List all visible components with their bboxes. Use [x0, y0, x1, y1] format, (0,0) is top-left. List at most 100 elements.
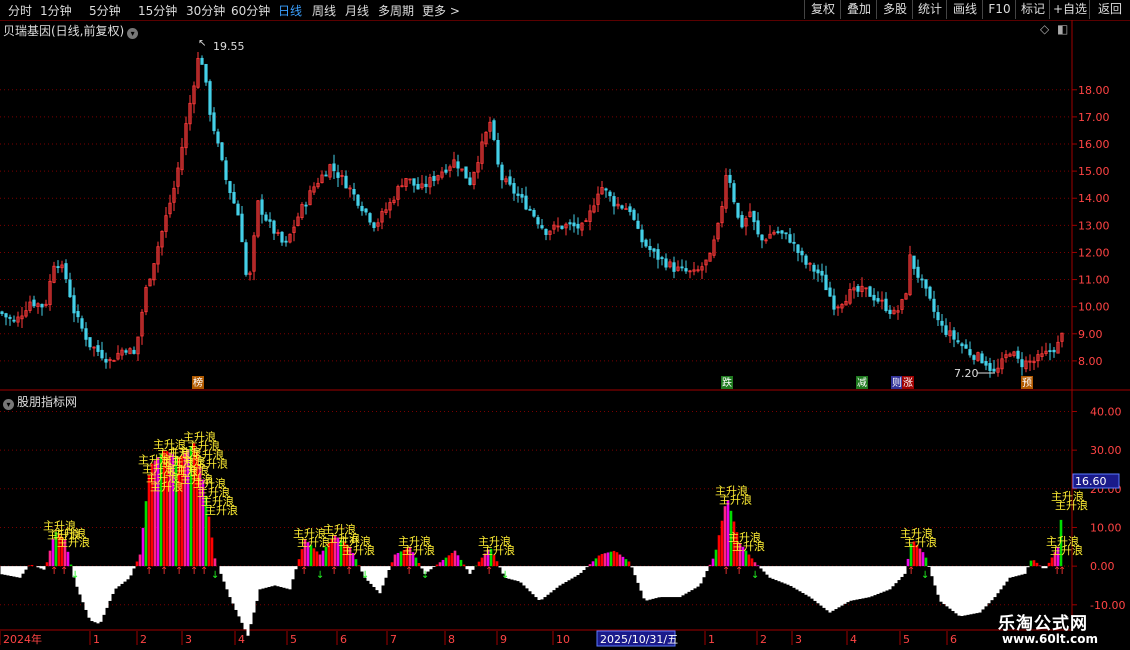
indicator-bar-positive: [135, 561, 139, 567]
candle-body: [220, 142, 224, 161]
indicator-bar-positive: [324, 546, 328, 567]
indicator-bar-negative: [273, 566, 277, 586]
candle-body: [4, 313, 8, 318]
price-tick-label: 16.00: [1078, 138, 1110, 151]
indicator-bar-negative: [90, 566, 94, 622]
indicator-bar-positive: [1029, 560, 1033, 567]
buy-arrow-icon: ↑: [907, 566, 915, 577]
candle-body: [656, 249, 660, 260]
indicator-bar-negative: [387, 566, 391, 570]
indicator-bar-negative: [822, 566, 826, 608]
candle-body: [1052, 349, 1056, 353]
indicator-bar-positive: [357, 565, 361, 567]
candle-body: [1016, 350, 1020, 359]
candle-body: [672, 262, 676, 272]
buy-arrow-icon: ↑: [722, 566, 730, 577]
sell-arrow-icon: ↓: [71, 570, 79, 581]
indicator-bar-negative: [795, 566, 799, 590]
indicator-bar-negative: [792, 566, 796, 588]
time-tick-label: 4: [238, 633, 245, 646]
indicator-bar-negative: [36, 566, 40, 568]
candle-body: [620, 205, 624, 209]
indicator-bar-negative: [15, 566, 19, 578]
candle-body: [32, 299, 36, 307]
buy-arrow-icon: ↑: [160, 566, 168, 577]
indicator-bar-positive: [714, 549, 718, 567]
candle-body: [456, 161, 460, 169]
indicator-bar-negative: [96, 566, 100, 624]
indicator-bar-negative: [465, 566, 469, 570]
buy-arrow-icon: ↑: [190, 566, 198, 577]
indicator-bar-negative: [240, 566, 244, 623]
candle-body: [664, 258, 668, 268]
candle-body: [872, 294, 876, 301]
indicator-bar-negative: [564, 566, 568, 582]
event-badge-label: 则: [892, 376, 902, 389]
indicator-bar-negative: [762, 566, 766, 572]
indicator-bar-negative: [249, 566, 253, 625]
candle-body: [264, 214, 268, 221]
indicator-tick-label: 40.00: [1090, 405, 1122, 418]
indicator-bar-negative: [954, 566, 958, 614]
buy-arrow-icon: ↑: [735, 566, 743, 577]
indicator-bar-negative: [225, 566, 229, 590]
buy-arrow-icon: ↑: [345, 566, 353, 577]
signal-label: 主升浪: [195, 456, 228, 470]
candle-body: [736, 202, 740, 218]
indicator-bar-negative: [120, 566, 124, 584]
indicator-bar-negative: [537, 566, 541, 600]
indicator-bar-positive: [708, 564, 712, 567]
indicator-bar-negative: [645, 566, 649, 601]
candle-body: [508, 176, 512, 185]
indicator-tick-label: -10.00: [1090, 599, 1125, 612]
candle-body: [232, 191, 236, 204]
sell-arrow-icon: ↓: [361, 570, 369, 581]
indicator-bar-negative: [663, 566, 667, 598]
price-tick-label: 14.00: [1078, 192, 1110, 205]
time-tick-label: 6: [340, 633, 347, 646]
indicator-bar-positive: [600, 554, 604, 567]
indicator-bar-negative: [375, 566, 379, 591]
candle-body: [804, 255, 808, 265]
candle-body: [344, 175, 348, 189]
indicator-bar-negative: [960, 566, 964, 617]
candle-body: [204, 63, 208, 83]
candle-body: [752, 210, 756, 223]
indicator-bar-positive: [396, 552, 400, 567]
candle-body: [964, 344, 968, 349]
candle-body: [628, 206, 632, 213]
indicator-bar-negative: [261, 566, 265, 589]
indicator-bar-positive: [441, 559, 445, 567]
indicator-bar-positive: [603, 553, 607, 567]
time-tick-label: 4: [850, 633, 857, 646]
time-axis: 2024年 1 2 3 4 5 6 7 8 9 10 1 2 3 4 5 6 2025/10/31/五: [0, 630, 957, 647]
indicator-bar-positive: [459, 559, 463, 567]
indicator-bar-negative: [93, 566, 97, 623]
indicator-bar-positive: [321, 550, 325, 567]
indicator-bar-negative: [528, 566, 532, 592]
indicator-bar-negative: [807, 566, 811, 597]
indicator-bar-negative: [966, 566, 970, 615]
indicator-bar-negative: [87, 566, 91, 618]
candle-body: [12, 319, 16, 322]
indicator-bar-negative: [840, 566, 844, 606]
indicator-bar-positive: [480, 557, 484, 567]
candle-body: [924, 279, 928, 289]
indicator-bar-positive: [1035, 562, 1039, 567]
indicator-bar-negative: [963, 566, 967, 616]
candle-body: [208, 81, 212, 115]
indicator-bar-positive: [1032, 560, 1036, 567]
watermark-title: 乐淘公式网: [998, 614, 1088, 634]
candle-body: [124, 350, 128, 353]
indicator-bar-negative: [549, 566, 553, 593]
indicator-bar-negative: [42, 566, 46, 570]
sell-arrow-icon: ↓: [316, 570, 324, 581]
indicator-bar-positive: [615, 552, 619, 567]
candle-body: [40, 303, 44, 308]
indicator-bar-negative: [579, 566, 583, 573]
indicator-bar-negative: [294, 566, 298, 570]
chart-canvas[interactable]: 8.009.0010.0011.0012.0013.0014.0015.0016…: [0, 0, 1130, 650]
candle-body: [1048, 350, 1052, 352]
current-value: 16.60: [1075, 475, 1107, 488]
indicator-bar-negative: [981, 566, 985, 610]
